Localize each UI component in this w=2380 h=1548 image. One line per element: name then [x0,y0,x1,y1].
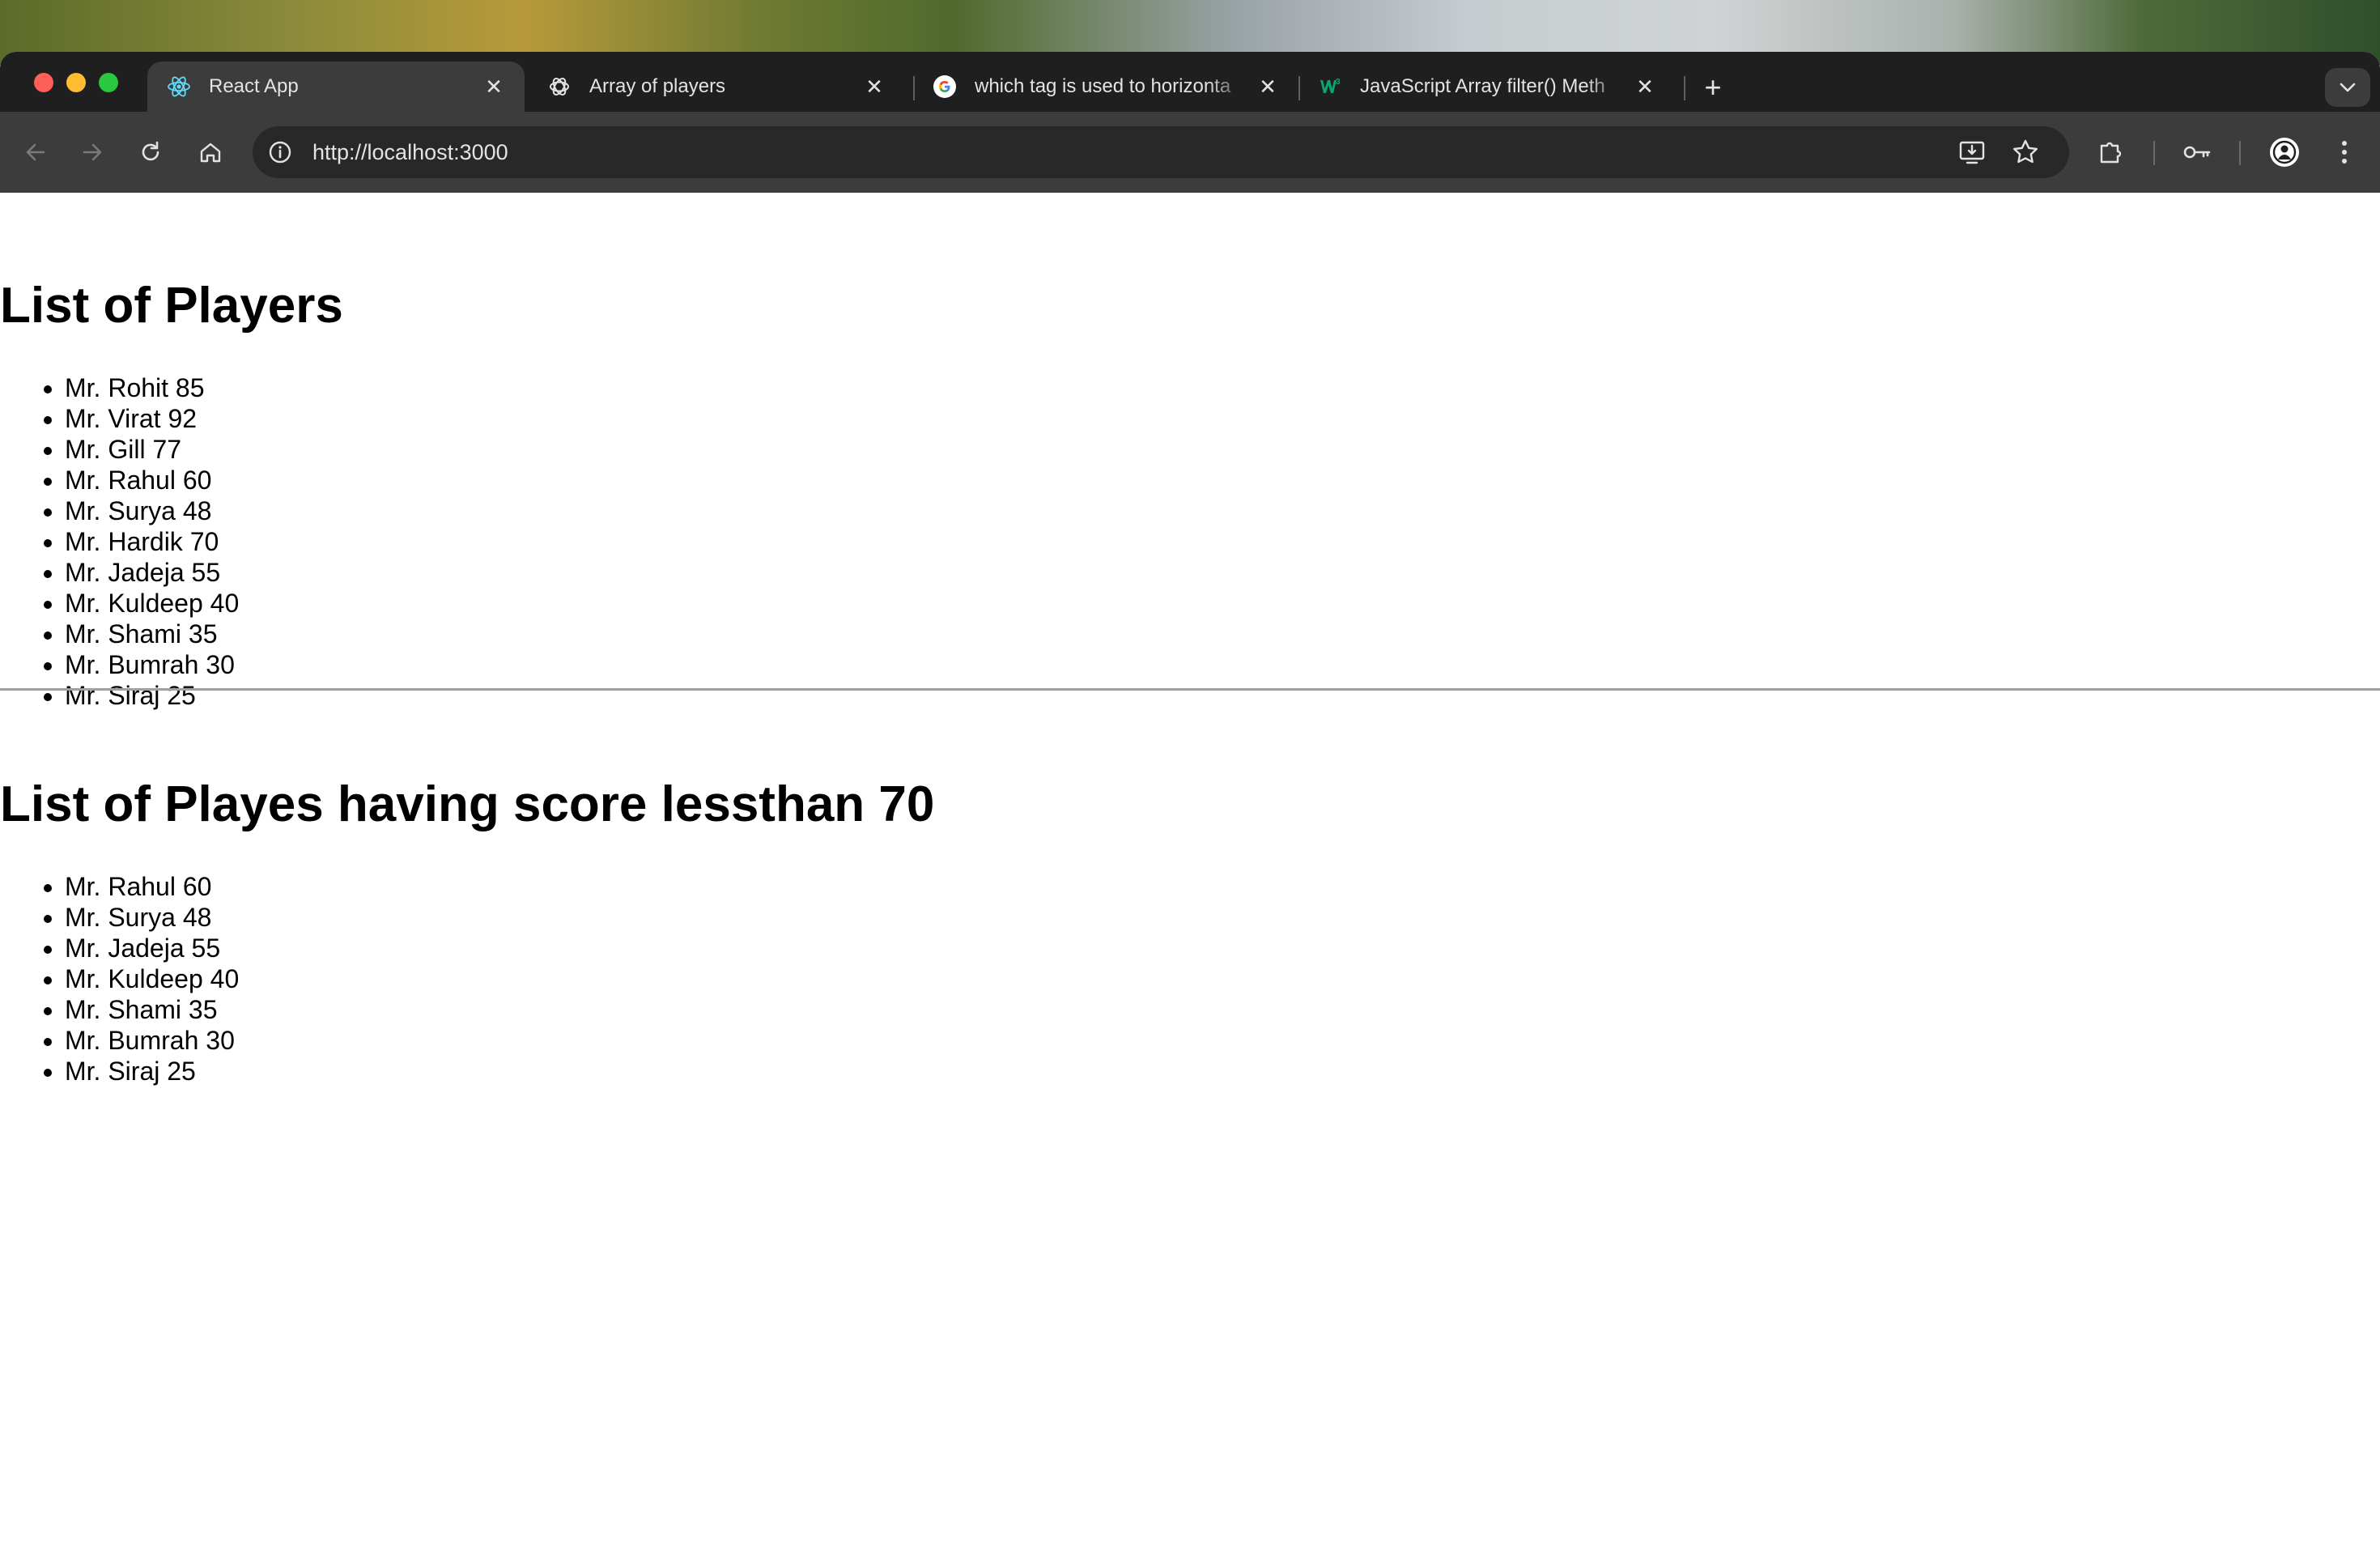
url-text[interactable]: http://localhost:3000 [312,126,508,178]
react-icon [167,74,191,99]
list-item: Mr. Rahul 60 [65,871,239,902]
list-item: Mr. Virat 92 [65,403,239,434]
svg-text:3: 3 [1336,78,1341,87]
players-list: Mr. Rohit 85Mr. Virat 92Mr. Gill 77Mr. R… [0,372,239,711]
passwords-button[interactable] [2179,134,2215,170]
list-item: Mr. Surya 48 [65,902,239,933]
arrow-right-icon [83,143,102,161]
profile-button[interactable] [2267,134,2302,170]
filtered-players-list: Mr. Rahul 60Mr. Surya 48Mr. Jadeja 55Mr.… [0,871,239,1087]
extensions-button[interactable] [2093,134,2129,170]
close-tab-icon[interactable]: ✕ [863,74,886,99]
arrow-left-icon [26,143,45,161]
home-icon [200,142,221,163]
reload-icon [142,141,159,161]
tab-search-button[interactable] [2325,68,2370,107]
google-icon [933,74,957,99]
new-tab-button[interactable]: + [1698,73,1728,102]
close-tab-icon[interactable]: ✕ [482,74,505,99]
chatgpt-icon [547,74,572,99]
list-item: Mr. Jadeja 55 [65,933,239,963]
close-window-button[interactable] [34,73,53,92]
w3schools-icon: 3 [1318,74,1342,99]
tab-array-of-players[interactable]: Array of players ✕ [528,62,905,112]
toolbar-divider [2239,141,2241,165]
list-item: Mr. Siraj 25 [65,680,239,711]
kebab-menu-icon [2342,141,2347,164]
tab-separator [1684,76,1685,100]
close-tab-icon[interactable]: ✕ [1634,74,1656,99]
list-item: Mr. Kuldeep 40 [65,588,239,619]
list-item: Mr. Bumrah 30 [65,1025,239,1056]
tab-label: JavaScript Array filter() Meth [1360,75,1605,97]
tab-label: React App [209,75,299,97]
list-item: Mr. Bumrah 30 [65,649,239,680]
list-item: Mr. Rahul 60 [65,465,239,495]
back-button[interactable] [18,134,53,170]
install-app-icon[interactable] [1957,138,1987,167]
address-bar[interactable]: http://localhost:3000 [253,126,2069,178]
list-item: Mr. Surya 48 [65,495,239,526]
tab-react-app[interactable]: React App ✕ [147,62,525,112]
list-item: Mr. Jadeja 55 [65,557,239,588]
filtered-players-heading: List of Playes having score lessthan 70 [0,776,935,832]
browser-window: React App ✕ Array of players ✕ which tag… [0,52,2380,1548]
page-content: List of Players Mr. Rohit 85Mr. Virat 92… [0,193,2380,1548]
maximize-window-button[interactable] [99,73,118,92]
players-heading: List of Players [0,278,343,334]
list-item: Mr. Siraj 25 [65,1056,239,1087]
list-item: Mr. Kuldeep 40 [65,963,239,994]
toolbar-divider [2153,141,2155,165]
site-info-icon[interactable] [267,139,293,165]
list-item: Mr. Hardik 70 [65,526,239,557]
key-icon [2183,146,2211,159]
tab-google-search[interactable]: which tag is used to horizonta ✕ [913,62,1298,112]
menu-button[interactable] [2327,134,2362,170]
browser-toolbar: http://localhost:3000 [0,112,2380,193]
avatar-icon [2270,138,2299,167]
puzzle-icon [2100,142,2122,164]
tab-label: Array of players [589,75,726,97]
list-item: Mr. Gill 77 [65,434,239,465]
close-tab-icon[interactable]: ✕ [1256,74,1279,99]
chevron-down-icon [2340,83,2356,92]
forward-button[interactable] [74,134,110,170]
reload-button[interactable] [133,134,168,170]
list-item: Mr. Rohit 85 [65,372,239,403]
tab-strip: React App ✕ Array of players ✕ which tag… [0,52,2380,112]
tab-label: which tag is used to horizonta [975,75,1231,97]
tab-w3schools[interactable]: 3 JavaScript Array filter() Meth ✕ [1298,62,1676,112]
list-item: Mr. Shami 35 [65,994,239,1025]
home-button[interactable] [193,134,228,170]
horizontal-rule [0,688,2380,691]
list-item: Mr. Shami 35 [65,619,239,649]
minimize-window-button[interactable] [66,73,86,92]
bookmark-star-icon[interactable] [2011,138,2040,167]
